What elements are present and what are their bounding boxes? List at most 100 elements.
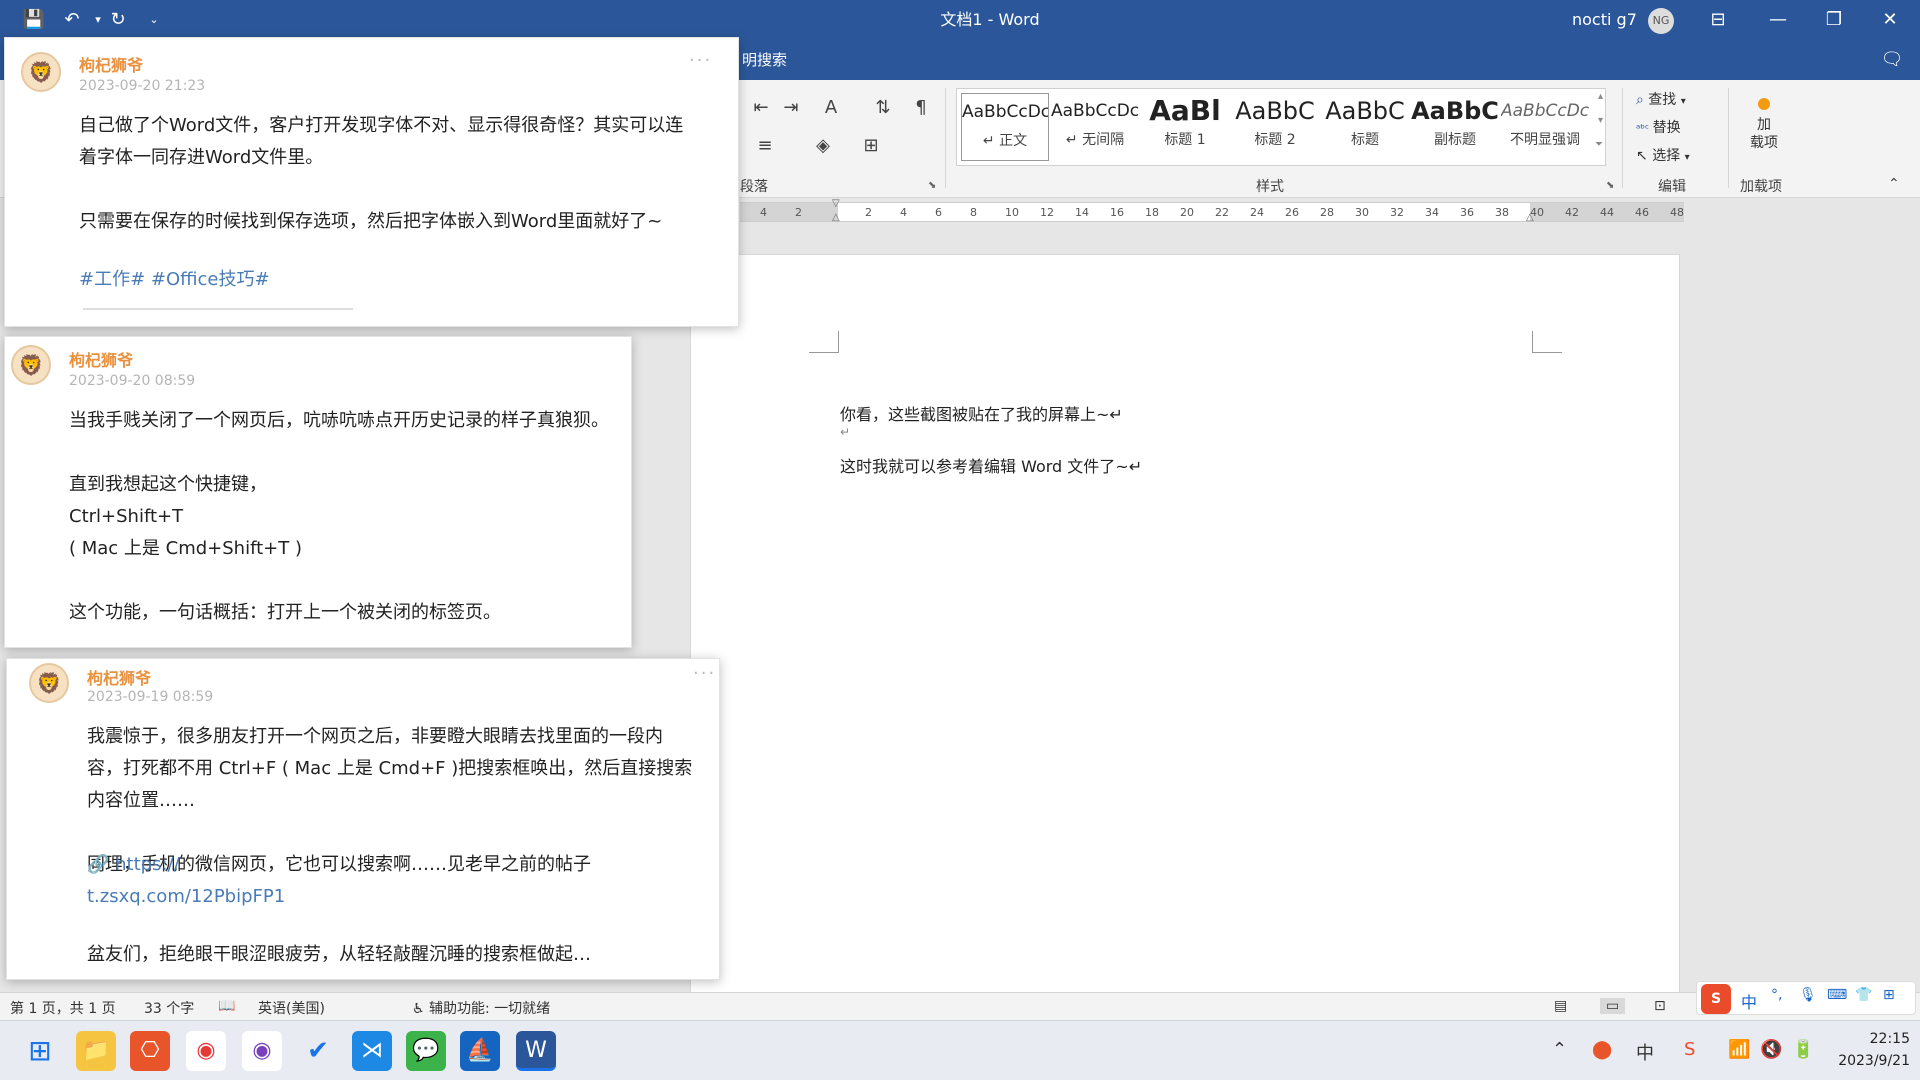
word-icon[interactable]: W: [516, 1031, 556, 1071]
redo-icon[interactable]: ↻: [104, 8, 132, 32]
web-layout-icon[interactable]: ⊡: [1654, 998, 1666, 1014]
save-icon[interactable]: 💾: [20, 8, 48, 32]
borders-icon[interactable]: ⊞: [856, 134, 886, 158]
pinned-card[interactable]: 🦁 枸杞狮爷 2023-09-20 21:23 ··· 自己做了个Word文件，…: [4, 37, 739, 327]
clock-date[interactable]: 2023/9/21: [1826, 1053, 1910, 1069]
more-options-icon[interactable]: ···: [693, 663, 716, 684]
style-title[interactable]: AaBbC 标题: [1321, 93, 1409, 157]
pinned-card[interactable]: 🦁 枸杞狮爷 2023-09-20 08:59 当我手贱关闭了一个网页后，吭哧吭…: [4, 336, 632, 648]
style-no-spacing[interactable]: AaBbCcDc ↵ 无间隔: [1051, 93, 1139, 157]
hanging-indent-marker-icon[interactable]: △: [832, 212, 840, 223]
ruler-tick-label: 24: [1250, 206, 1264, 219]
find-button[interactable]: ⌕ 查找 ▾: [1636, 88, 1686, 112]
collapse-ribbon-icon[interactable]: ⌃: [1888, 176, 1900, 192]
wifi-icon[interactable]: 📶: [1728, 1039, 1750, 1060]
select-button[interactable]: ↖ 选择 ▾: [1636, 144, 1690, 168]
tray-app-icon[interactable]: ⬤: [1592, 1039, 1612, 1060]
vertical-scrollbar[interactable]: [1900, 228, 1914, 992]
editing-group-label: 编辑: [1658, 179, 1686, 195]
ruler-tick-label: 20: [1180, 206, 1194, 219]
style-normal[interactable]: AaBbCcDc ↵ 正文: [961, 93, 1049, 161]
start-menu-icon[interactable]: ⊞: [20, 1031, 60, 1071]
styles-scroll-up-icon[interactable]: ▴: [1598, 91, 1603, 102]
user-name[interactable]: nocti g7: [1572, 0, 1637, 40]
post-author: 枸杞狮爷: [79, 56, 144, 75]
sort-icon[interactable]: ⇅: [868, 96, 898, 120]
todo-icon[interactable]: ✔: [298, 1031, 338, 1071]
style-heading-1[interactable]: AaBl 标题 1: [1141, 93, 1229, 157]
pinned-card[interactable]: 🦁 枸杞狮爷 2023-09-19 08:59 ··· 我震惊于，很多朋友打开一…: [6, 658, 720, 980]
ime-language: 中: [1741, 993, 1758, 1012]
addins-button[interactable]: 加 载项: [1738, 88, 1790, 152]
proofing-icon[interactable]: 📖: [218, 998, 235, 1014]
replace-button[interactable]: ᵃᵇᶜ 替换: [1636, 116, 1681, 140]
increase-indent-icon[interactable]: ⇥: [776, 96, 806, 120]
restore-button[interactable]: ❐: [1806, 0, 1862, 40]
app-icon[interactable]: ⛵: [460, 1031, 500, 1071]
ruler-tick-label: 26: [1285, 206, 1299, 219]
avatar: 🦁: [21, 52, 61, 92]
language[interactable]: 英语(美国): [258, 998, 325, 1018]
keyboard-icon: ⌨: [1827, 987, 1848, 1003]
post-tags[interactable]: #工作# #Office技巧#: [79, 264, 270, 296]
file-explorer-icon[interactable]: 📁: [76, 1031, 116, 1071]
ruler-tick-label: 18: [1145, 206, 1159, 219]
show-marks-icon[interactable]: ¶: [906, 96, 936, 120]
post-date: 2023-09-19 08:59: [87, 689, 214, 705]
print-layout-icon[interactable]: ▭: [1600, 998, 1626, 1014]
app-icon[interactable]: ⎔: [130, 1031, 170, 1071]
ribbon-display-options-icon[interactable]: ⊟: [1690, 0, 1746, 40]
ruler-tick-label: 8: [970, 206, 977, 219]
style-subtle-emphasis[interactable]: AaBbCcDc 不明显强调: [1501, 93, 1589, 157]
post-link[interactable]: 🔗 https:// t.zsxq.com/12PbipFP1: [87, 849, 717, 913]
styles-more-icon[interactable]: ⏷: [1595, 139, 1603, 150]
tell-me-search[interactable]: 明搜索: [742, 40, 787, 80]
style-heading-2[interactable]: AaBbC 标题 2: [1231, 93, 1319, 157]
volume-muted-icon[interactable]: 🔇: [1760, 1039, 1782, 1060]
ruler-tick-label: 38: [1495, 206, 1509, 219]
document-line: ↵: [840, 425, 851, 439]
show-hidden-icons-icon[interactable]: ⌃: [1552, 1039, 1567, 1060]
styles-scroll-down-icon[interactable]: ▾: [1598, 115, 1603, 126]
ime-indicator[interactable]: 中: [1636, 1039, 1654, 1065]
close-button[interactable]: ✕: [1862, 0, 1918, 40]
accessibility-status[interactable]: ♿ 辅助功能: 一切就绪: [412, 998, 550, 1018]
undo-icon[interactable]: ↶: [58, 8, 86, 32]
first-line-indent-marker-icon[interactable]: ▽: [832, 198, 840, 209]
page-count[interactable]: 第 1 页，共 1 页: [10, 998, 116, 1018]
customize-quick-access-icon[interactable]: ⌄: [140, 8, 168, 32]
line-spacing-icon[interactable]: ≡: [750, 134, 780, 158]
styles-dialog-launcher-icon[interactable]: ⬊: [1606, 180, 1614, 191]
read-mode-icon[interactable]: ▤: [1554, 998, 1567, 1014]
ruler-tick-label: 28: [1320, 206, 1334, 219]
ruler-margin-left: [740, 203, 838, 221]
ruler-tick-label: 6: [935, 206, 942, 219]
ruler-tick-label: 34: [1425, 206, 1439, 219]
sogou-tray-icon[interactable]: S: [1684, 1039, 1695, 1060]
chinese-layout-icon[interactable]: A: [816, 96, 846, 120]
post-body: 当我手贱关闭了一个网页后，吭哧吭哧点开历史记录的样子真狼狈。 直到我想起这个快捷…: [69, 410, 609, 623]
ruler-tick-label: 10: [1005, 206, 1019, 219]
style-subtitle[interactable]: AaBbC 副标题: [1411, 93, 1499, 157]
right-indent-marker-icon[interactable]: △: [1526, 212, 1534, 223]
paragraph-dialog-launcher-icon[interactable]: ⬊: [928, 180, 936, 191]
comments-icon[interactable]: 🗨: [1878, 48, 1906, 72]
minimize-button[interactable]: —: [1750, 0, 1806, 40]
shading-icon[interactable]: ◈: [808, 134, 838, 158]
battery-icon[interactable]: 🔋: [1792, 1039, 1814, 1060]
word-count[interactable]: 33 个字: [144, 998, 194, 1018]
ruler-tick-label: 44: [1600, 206, 1614, 219]
wechat-icon[interactable]: 💬: [406, 1031, 446, 1071]
chrome-icon[interactable]: ◉: [186, 1031, 226, 1071]
clock-time[interactable]: 22:15: [1840, 1031, 1910, 1047]
decrease-indent-icon[interactable]: ⇤: [746, 96, 776, 120]
group-divider: [945, 88, 946, 188]
chrome-profile-icon[interactable]: ◉: [242, 1031, 282, 1071]
more-options-icon[interactable]: ···: [689, 50, 712, 71]
ime-toolbar[interactable]: S 中 °, 🎙 ⌨ 👕 ⊞: [1696, 981, 1916, 1015]
styles-group-label: 样式: [1256, 179, 1284, 195]
group-divider: [1728, 88, 1729, 188]
user-avatar[interactable]: NG: [1648, 8, 1674, 34]
document-page[interactable]: 你看，这些截图被贴在了我的屏幕上~↵ ↵ 这时我就可以参考着编辑 Word 文件…: [690, 254, 1680, 1014]
vscode-icon[interactable]: ⋊: [352, 1031, 392, 1071]
